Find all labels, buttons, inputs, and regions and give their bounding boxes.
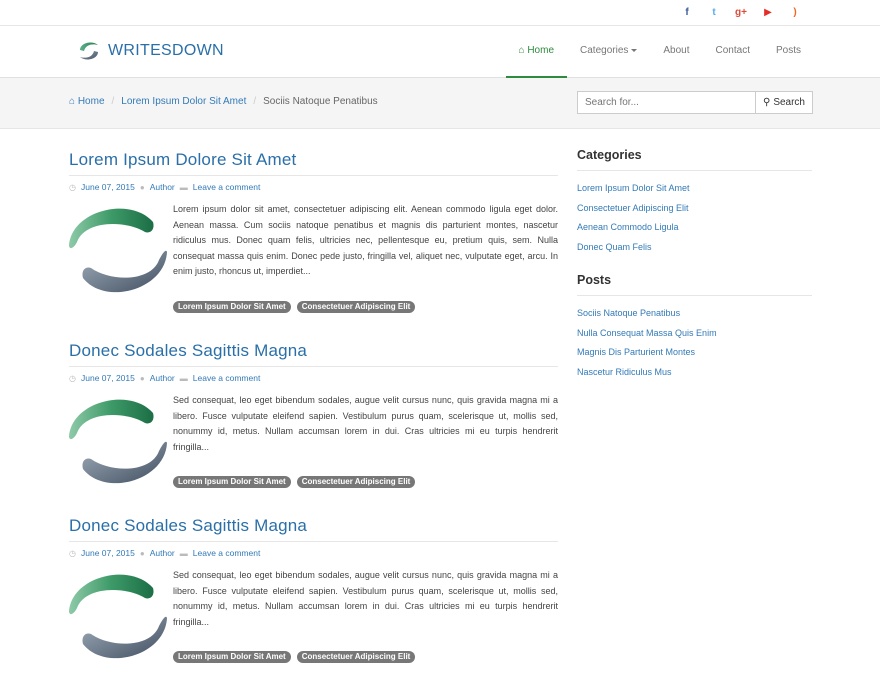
home-icon: ⌂ [69, 96, 76, 107]
caret-down-icon [631, 48, 638, 52]
nav-categories[interactable]: Categories [567, 26, 650, 78]
clock-icon: ◷ [69, 182, 76, 192]
social-links: f t g+ ▶ ) [680, 6, 802, 20]
top-bar: f t g+ ▶ ) [0, 0, 880, 26]
post-thumbnail[interactable] [69, 202, 167, 300]
post-comment-link[interactable]: Leave a comment [193, 373, 261, 383]
posts-widget: Posts Sociis Natoque Penatibus Nulla Con… [577, 273, 812, 382]
breadcrumb-home-label: Home [77, 96, 105, 107]
post-meta: ◷ June 07, 2015 ● Author ▬ Leave a comment [69, 373, 558, 383]
breadcrumb: ⌂ Home / Lorem Ipsum Dolor Sit Amet / So… [69, 96, 378, 107]
tag-badge[interactable]: Lorem Ipsum Dolor Sit Amet [173, 651, 291, 663]
breadcrumb-current: Sociis Natoque Penatibus [263, 96, 378, 107]
post-title[interactable]: Donec Sodales Sagittis Magna [69, 339, 558, 367]
tag-badge[interactable]: Lorem Ipsum Dolor Sit Amet [173, 476, 291, 488]
nav-home[interactable]: ⌂ Home [505, 26, 568, 78]
post-comment-link[interactable]: Leave a comment [193, 182, 261, 192]
post-tags: Lorem Ipsum Dolor Sit Amet Consectetuer … [173, 651, 416, 663]
breadcrumb-category[interactable]: Lorem Ipsum Dolor Sit Amet [121, 96, 246, 107]
recent-post-link[interactable]: Nascetur Ridiculus Mus [577, 367, 672, 377]
user-icon: ● [139, 182, 145, 192]
search-input[interactable] [577, 91, 755, 114]
search-icon: ⚲ [762, 97, 771, 108]
post-thumbnail[interactable] [69, 568, 167, 666]
comment-icon: ▬ [179, 373, 188, 383]
post-thumbnail[interactable] [69, 393, 167, 491]
tag-badge[interactable]: Consectetuer Adipiscing Elit [296, 651, 416, 663]
post-excerpt: Lorem ipsum dolor sit amet, consectetuer… [173, 204, 558, 277]
logo-icon [80, 42, 98, 60]
categories-widget: Categories Lorem Ipsum Dolor Sit Amet Co… [577, 148, 812, 257]
category-link[interactable]: Donec Quam Felis [577, 242, 652, 252]
tag-badge[interactable]: Lorem Ipsum Dolor Sit Amet [173, 301, 291, 313]
post-item: Lorem Ipsum Dolore Sit Amet ◷ June 07, 20… [69, 148, 558, 339]
facebook-icon[interactable]: f [680, 6, 694, 20]
category-link[interactable]: Consectetuer Adipiscing Elit [577, 203, 689, 213]
nav-categories-label: Categories [580, 45, 629, 56]
breadcrumb-bar: ⌂ Home / Lorem Ipsum Dolor Sit Amet / So… [0, 78, 880, 129]
sidebar: Categories Lorem Ipsum Dolor Sit Amet Co… [577, 148, 812, 398]
youtube-icon[interactable]: ▶ [761, 6, 775, 20]
breadcrumb-home[interactable]: ⌂ Home [69, 96, 105, 107]
nav-home-label: Home [527, 45, 555, 56]
recent-post-link[interactable]: Sociis Natoque Penatibus [577, 308, 680, 318]
search-form: ⚲Search [577, 91, 813, 114]
breadcrumb-separator: / [253, 96, 257, 107]
category-link[interactable]: Lorem Ipsum Dolor Sit Amet [577, 183, 690, 193]
post-item: Donec Sodales Sagittis Magna ◷ June 07, 2… [69, 339, 558, 514]
main-nav: ⌂ Home Categories About Contact Posts [505, 26, 815, 78]
post-date[interactable]: June 07, 2015 [81, 548, 135, 558]
brand-name: WRITESDOWN [108, 42, 224, 59]
post-meta: ◷ June 07, 2015 ● Author ▬ Leave a comment [69, 548, 558, 558]
posts-title: Posts [577, 273, 812, 296]
google-plus-icon[interactable]: g+ [734, 6, 748, 20]
breadcrumb-separator: / [111, 96, 115, 107]
post-tags: Lorem Ipsum Dolor Sit Amet Consectetuer … [173, 301, 416, 313]
search-button-label: Search [773, 97, 805, 108]
recent-post-link[interactable]: Magnis Dis Parturient Montes [577, 347, 695, 357]
post-title[interactable]: Donec Sodales Sagittis Magna [69, 514, 558, 542]
comment-icon: ▬ [179, 548, 188, 558]
site-header: WRITESDOWN ⌂ Home Categories About Conta… [0, 26, 880, 78]
clock-icon: ◷ [69, 373, 76, 383]
clock-icon: ◷ [69, 548, 76, 558]
post-meta: ◷ June 07, 2015 ● Author ▬ Leave a comment [69, 182, 558, 192]
user-icon: ● [139, 548, 145, 558]
nav-contact[interactable]: Contact [703, 26, 763, 78]
recent-post-link[interactable]: Nulla Consequat Massa Quis Enim [577, 328, 717, 338]
home-icon: ⌂ [518, 45, 525, 56]
twitter-icon[interactable]: t [707, 6, 721, 20]
post-title[interactable]: Lorem Ipsum Dolore Sit Amet [69, 148, 558, 176]
post-author[interactable]: Author [150, 373, 175, 383]
nav-posts[interactable]: Posts [763, 26, 814, 78]
categories-title: Categories [577, 148, 812, 171]
comment-icon: ▬ [179, 182, 188, 192]
post-author[interactable]: Author [150, 548, 175, 558]
nav-about[interactable]: About [650, 26, 702, 78]
site-logo[interactable]: WRITESDOWN [78, 40, 224, 62]
rss-icon[interactable]: ) [788, 6, 802, 20]
post-comment-link[interactable]: Leave a comment [193, 548, 261, 558]
post-list: Lorem Ipsum Dolore Sit Amet ◷ June 07, 20… [69, 148, 558, 689]
post-tags: Lorem Ipsum Dolor Sit Amet Consectetuer … [173, 476, 416, 488]
category-link[interactable]: Aenean Commodo Ligula [577, 222, 679, 232]
tag-badge[interactable]: Consectetuer Adipiscing Elit [296, 301, 416, 313]
user-icon: ● [139, 373, 145, 383]
post-author[interactable]: Author [150, 182, 175, 192]
post-date[interactable]: June 07, 2015 [81, 182, 135, 192]
search-button[interactable]: ⚲ Search [755, 91, 813, 114]
post-item: Donec Sodales Sagittis Magna ◷ June 07, 2… [69, 514, 558, 689]
post-date[interactable]: June 07, 2015 [81, 373, 135, 383]
tag-badge[interactable]: Consectetuer Adipiscing Elit [296, 476, 416, 488]
